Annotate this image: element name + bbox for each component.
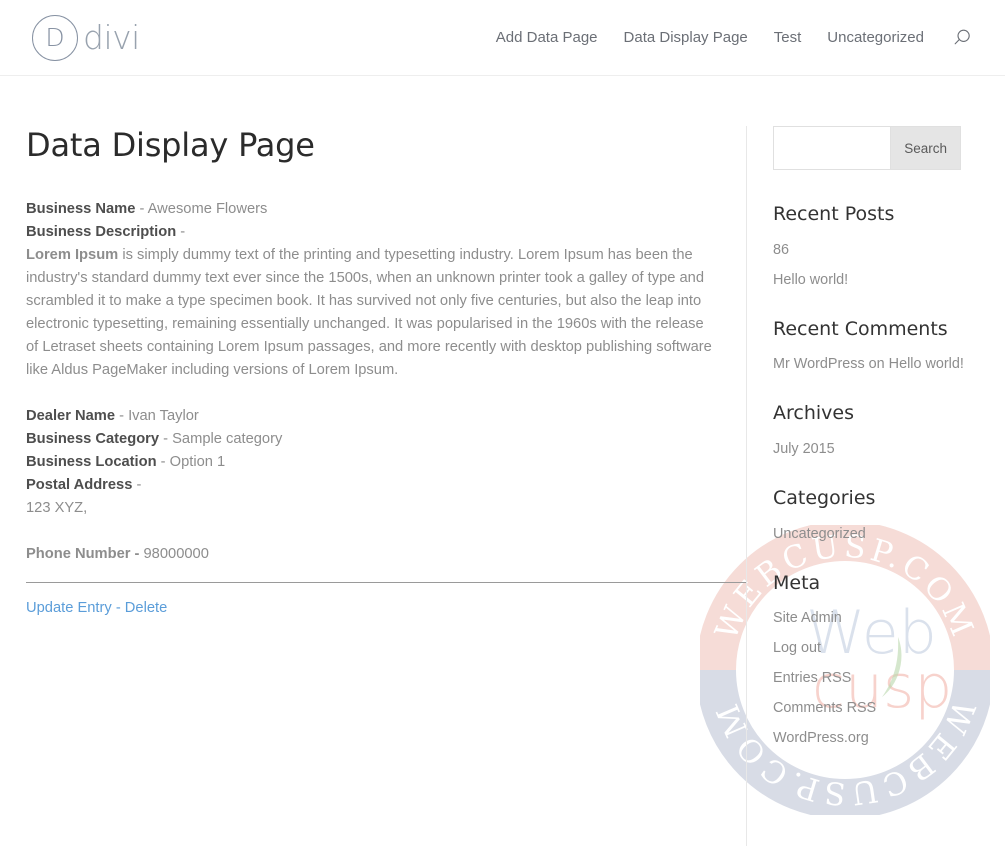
widget-meta-list: Site Admin Log out Entries RSS Comments …	[773, 608, 989, 749]
widget-categories: Categories Uncategorized	[773, 486, 989, 545]
meta-link-site-admin[interactable]: Site Admin	[773, 610, 842, 626]
list-item: Comments RSS	[773, 698, 989, 719]
list-item: WordPress.org	[773, 728, 989, 749]
field-dealer-name-label: Dealer Name	[26, 408, 115, 425]
lorem-lead: Lorem Ipsum	[26, 247, 119, 264]
widget-archives-title: Archives	[773, 402, 854, 425]
meta-link-entries-rss[interactable]: Entries RSS	[773, 670, 851, 686]
sidebar: Search Recent Posts 86 Hello world! Rece…	[746, 126, 1005, 846]
field-business-name-value: Awesome Flowers	[147, 201, 268, 218]
widget-recent-comments: Recent Comments Mr WordPress on Hello wo…	[773, 317, 989, 376]
field-dealer-name-sep: -	[115, 408, 129, 425]
list-item: Entries RSS	[773, 668, 989, 689]
site-header: D divi Add Data Page Data Display Page T…	[0, 0, 1005, 76]
field-phone-number-label: Phone Number -	[26, 546, 140, 563]
widget-archives: Archives July 2015	[773, 401, 989, 460]
field-business-category-value: Sample category	[172, 431, 283, 448]
meta-link-comments-rss[interactable]: Comments RSS	[773, 700, 876, 716]
widget-recent-posts-list: 86 Hello world!	[773, 240, 989, 291]
list-item: Uncategorized	[773, 524, 989, 545]
widget-recent-posts: Recent Posts 86 Hello world!	[773, 202, 989, 291]
entry-divider	[26, 582, 746, 584]
update-entry-link[interactable]: Update Entry	[26, 600, 112, 616]
business-description-text: Lorem Ipsum is simply dummy text of the …	[26, 244, 718, 382]
field-business-description-label: Business Description	[26, 224, 177, 241]
field-business-description-sep: -	[176, 224, 186, 241]
field-business-name-label: Business Name	[26, 201, 136, 218]
recent-comment-link[interactable]: Mr WordPress on Hello world!	[773, 356, 964, 372]
nav-item-uncategorized[interactable]: Uncategorized	[814, 29, 937, 46]
field-dealer-name: Dealer Name - Ivan Taylor	[26, 405, 718, 428]
field-business-name-sep: -	[135, 201, 148, 218]
nav-item-data-display-page[interactable]: Data Display Page	[611, 29, 761, 46]
field-postal-address: Postal Address -	[26, 474, 718, 497]
meta-link-wordpress-org[interactable]: WordPress.org	[773, 730, 869, 746]
list-item: July 2015	[773, 439, 989, 460]
category-link-uncategorized[interactable]: Uncategorized	[773, 526, 866, 542]
field-business-description: Business Description -	[26, 221, 718, 244]
page-title: Data Display Page	[26, 126, 315, 164]
widget-categories-title: Categories	[773, 487, 876, 510]
postal-address-value: 123 XYZ,	[26, 500, 88, 517]
widget-archives-list: July 2015	[773, 439, 989, 460]
widget-categories-list: Uncategorized	[773, 524, 989, 545]
entry-actions-separator: -	[111, 600, 125, 617]
widget-meta: Meta Site Admin Log out Entries RSS Comm…	[773, 571, 989, 750]
field-business-category: Business Category - Sample category	[26, 428, 718, 451]
search-icon[interactable]	[951, 27, 973, 49]
list-item: Log out	[773, 638, 989, 659]
field-postal-address-label: Postal Address	[26, 477, 133, 494]
recent-post-link-hello-world[interactable]: Hello world!	[773, 272, 848, 288]
field-business-location-sep: -	[156, 454, 170, 471]
field-postal-address-sep: -	[132, 477, 142, 494]
list-item: Site Admin	[773, 608, 989, 629]
nav-item-test[interactable]: Test	[761, 29, 815, 46]
field-business-location: Business Location - Option 1	[26, 451, 718, 474]
lorem-body: is simply dummy text of the printing and…	[26, 247, 712, 379]
field-business-category-sep: -	[159, 431, 173, 448]
list-item: 86	[773, 240, 989, 261]
widget-recent-comments-list: Mr WordPress on Hello world!	[773, 354, 989, 375]
sidebar-search-form: Search	[773, 126, 961, 170]
page-wrapper: Data Display Page Business Name - Awesom…	[0, 76, 1005, 846]
main-navigation: Add Data Page Data Display Page Test Unc…	[483, 27, 987, 49]
nav-item-add-data-page[interactable]: Add Data Page	[483, 29, 611, 46]
field-phone-number-value: 98000000	[139, 546, 209, 563]
search-button[interactable]: Search	[890, 126, 961, 170]
entry-actions: Update Entry - Delete	[26, 597, 718, 620]
archive-link-july-2015[interactable]: July 2015	[773, 441, 835, 457]
field-business-name: Business Name - Awesome Flowers	[26, 198, 718, 221]
divi-logo[interactable]: D divi	[32, 14, 140, 61]
divi-logo-text: divi	[83, 18, 140, 57]
search-input[interactable]	[773, 126, 891, 170]
field-business-location-value: Option 1	[169, 454, 226, 471]
widget-recent-posts-title: Recent Posts	[773, 203, 895, 225]
widget-recent-comments-title: Recent Comments	[773, 317, 948, 340]
divi-logo-mark: D	[32, 14, 78, 61]
field-phone-number: Phone Number - 98000000	[26, 543, 718, 566]
widget-meta-title: Meta	[773, 571, 821, 594]
field-business-category-label: Business Category	[26, 431, 160, 448]
recent-post-link-86[interactable]: 86	[773, 242, 789, 258]
delete-entry-link[interactable]: Delete	[125, 600, 167, 616]
list-item: Mr WordPress on Hello world!	[773, 354, 989, 375]
field-business-location-label: Business Location	[26, 454, 157, 471]
meta-link-log-out[interactable]: Log out	[773, 640, 821, 656]
field-dealer-name-value: Ivan Taylor	[128, 408, 199, 425]
main-content: Data Display Page Business Name - Awesom…	[0, 126, 746, 846]
list-item: Hello world!	[773, 270, 989, 291]
